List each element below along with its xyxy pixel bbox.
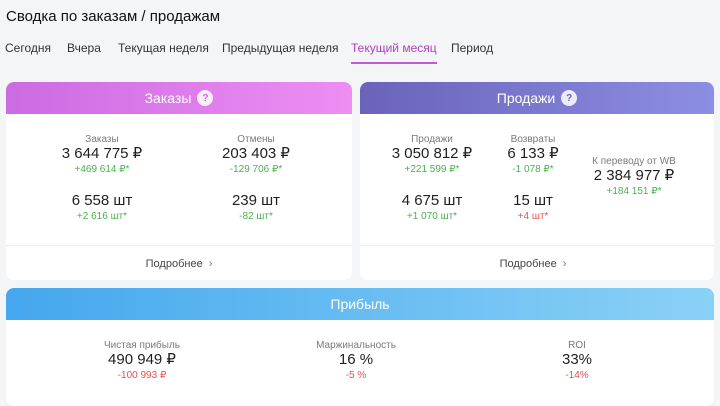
help-icon[interactable]: ? bbox=[561, 90, 578, 106]
sales-qty-metric: 4 675 шт +1 070 шт* bbox=[402, 192, 463, 223]
sales-qty-delta: +1 070 шт* bbox=[406, 211, 458, 222]
roi-delta: -14% bbox=[565, 370, 589, 381]
avito-logo-icon bbox=[619, 370, 646, 392]
returns-label: Возвраты bbox=[510, 134, 556, 145]
avito-watermark: Avito bbox=[617, 368, 708, 394]
cancel-qty-delta: -82 шт* bbox=[239, 211, 273, 222]
orders-label: Заказы bbox=[85, 134, 119, 145]
profit-card: Прибыль Чистая прибыль 490 949 ₽ -100 99… bbox=[6, 288, 714, 406]
orders-value: 3 644 775 ₽ bbox=[61, 145, 143, 162]
orders-card: Заказы ? Заказы 3 644 775 ₽ +469 614 ₽* … bbox=[6, 82, 352, 280]
page-title: Сводка по заказам / продажам bbox=[6, 8, 221, 25]
chevron-right-icon: › bbox=[562, 258, 567, 270]
margin-metric: Маржинальность 16 % -5 % bbox=[316, 340, 396, 382]
net-profit-value: 490 949 ₽ bbox=[108, 351, 176, 368]
margin-label: Маржинальность bbox=[316, 340, 396, 351]
orders-delta: +469 614 ₽* bbox=[74, 164, 130, 175]
divider bbox=[6, 245, 352, 246]
orders-qty-metric: 6 558 шт +2 616 шт* bbox=[72, 192, 133, 223]
cancel-value: 203 403 ₽ bbox=[222, 145, 290, 162]
chevron-right-icon: › bbox=[208, 258, 213, 270]
help-icon[interactable]: ? bbox=[197, 90, 214, 106]
returns-value: 6 133 ₽ bbox=[507, 145, 559, 162]
orders-card-header: Заказы ? bbox=[6, 82, 352, 114]
sales-card-header: Продажи ? bbox=[360, 82, 714, 114]
orders-qty-delta: +2 616 шт* bbox=[76, 211, 128, 222]
cancel-qty-metric: 239 шт -82 шт* bbox=[232, 192, 280, 223]
tab-period[interactable]: Период bbox=[451, 41, 493, 62]
sales-qty-value: 4 675 шт bbox=[401, 192, 463, 209]
orders-qty-value: 6 558 шт bbox=[71, 192, 133, 209]
sales-metric: Продажи 3 050 812 ₽ +221 599 ₽* bbox=[392, 134, 472, 176]
orders-card-title: Заказы bbox=[144, 90, 192, 106]
returns-qty-delta: +4 шт* bbox=[517, 211, 549, 222]
transfer-delta: +184 151 ₽* bbox=[606, 186, 662, 197]
transfer-metric: К переводу от WB 2 384 977 ₽ +184 151 ₽* bbox=[592, 156, 676, 198]
sales-label: Продажи bbox=[411, 134, 453, 145]
roi-value: 33% bbox=[561, 351, 593, 368]
divider bbox=[360, 245, 714, 246]
more-label: Подробнее bbox=[145, 258, 203, 270]
roi-label: ROI bbox=[568, 340, 586, 351]
net-profit-delta: -100 993 ₽ bbox=[117, 370, 167, 381]
tab-previous-week[interactable]: Предыдущая неделя bbox=[222, 41, 339, 62]
watermark-text: Avito bbox=[651, 368, 708, 393]
profit-card-title: Прибыль bbox=[330, 296, 390, 312]
profit-card-header: Прибыль bbox=[6, 288, 714, 320]
returns-qty-value: 15 шт bbox=[513, 192, 553, 209]
sales-value: 3 050 812 ₽ bbox=[391, 145, 473, 162]
returns-delta: -1 078 ₽* bbox=[512, 164, 554, 175]
orders-metric: Заказы 3 644 775 ₽ +469 614 ₽* bbox=[62, 134, 142, 176]
net-profit-label: Чистая прибыль bbox=[104, 340, 180, 351]
sales-card-title: Продажи bbox=[496, 90, 556, 106]
sales-more-link[interactable]: Подробнее › bbox=[500, 258, 567, 270]
cancel-delta: -129 706 ₽* bbox=[229, 164, 283, 175]
returns-qty-metric: 15 шт +4 шт* bbox=[513, 192, 553, 223]
cancel-qty-value: 239 шт bbox=[231, 192, 281, 209]
tab-current-month[interactable]: Текущий месяц bbox=[351, 41, 437, 64]
orders-more-link[interactable]: Подробнее › bbox=[146, 258, 213, 270]
sales-delta: +221 599 ₽* bbox=[404, 164, 460, 175]
transfer-label: К переводу от WB bbox=[592, 156, 676, 167]
cancel-label: Отмены bbox=[237, 134, 275, 145]
tab-today[interactable]: Сегодня bbox=[5, 41, 51, 62]
more-label: Подробнее bbox=[499, 258, 557, 270]
cancel-metric: Отмены 203 403 ₽ -129 706 ₽* bbox=[222, 134, 290, 176]
returns-metric: Возвраты 6 133 ₽ -1 078 ₽* bbox=[507, 134, 558, 176]
tab-yesterday[interactable]: Вчера bbox=[67, 41, 101, 62]
margin-value: 16 % bbox=[338, 351, 374, 368]
tab-current-week[interactable]: Текущая неделя bbox=[118, 41, 209, 62]
roi-metric: ROI 33% -14% bbox=[562, 340, 592, 382]
net-profit-metric: Чистая прибыль 490 949 ₽ -100 993 ₽ bbox=[104, 340, 180, 382]
margin-delta: -5 % bbox=[345, 370, 367, 381]
sales-card: Продажи ? Продажи 3 050 812 ₽ +221 599 ₽… bbox=[360, 82, 714, 280]
transfer-value: 2 384 977 ₽ bbox=[593, 167, 675, 184]
